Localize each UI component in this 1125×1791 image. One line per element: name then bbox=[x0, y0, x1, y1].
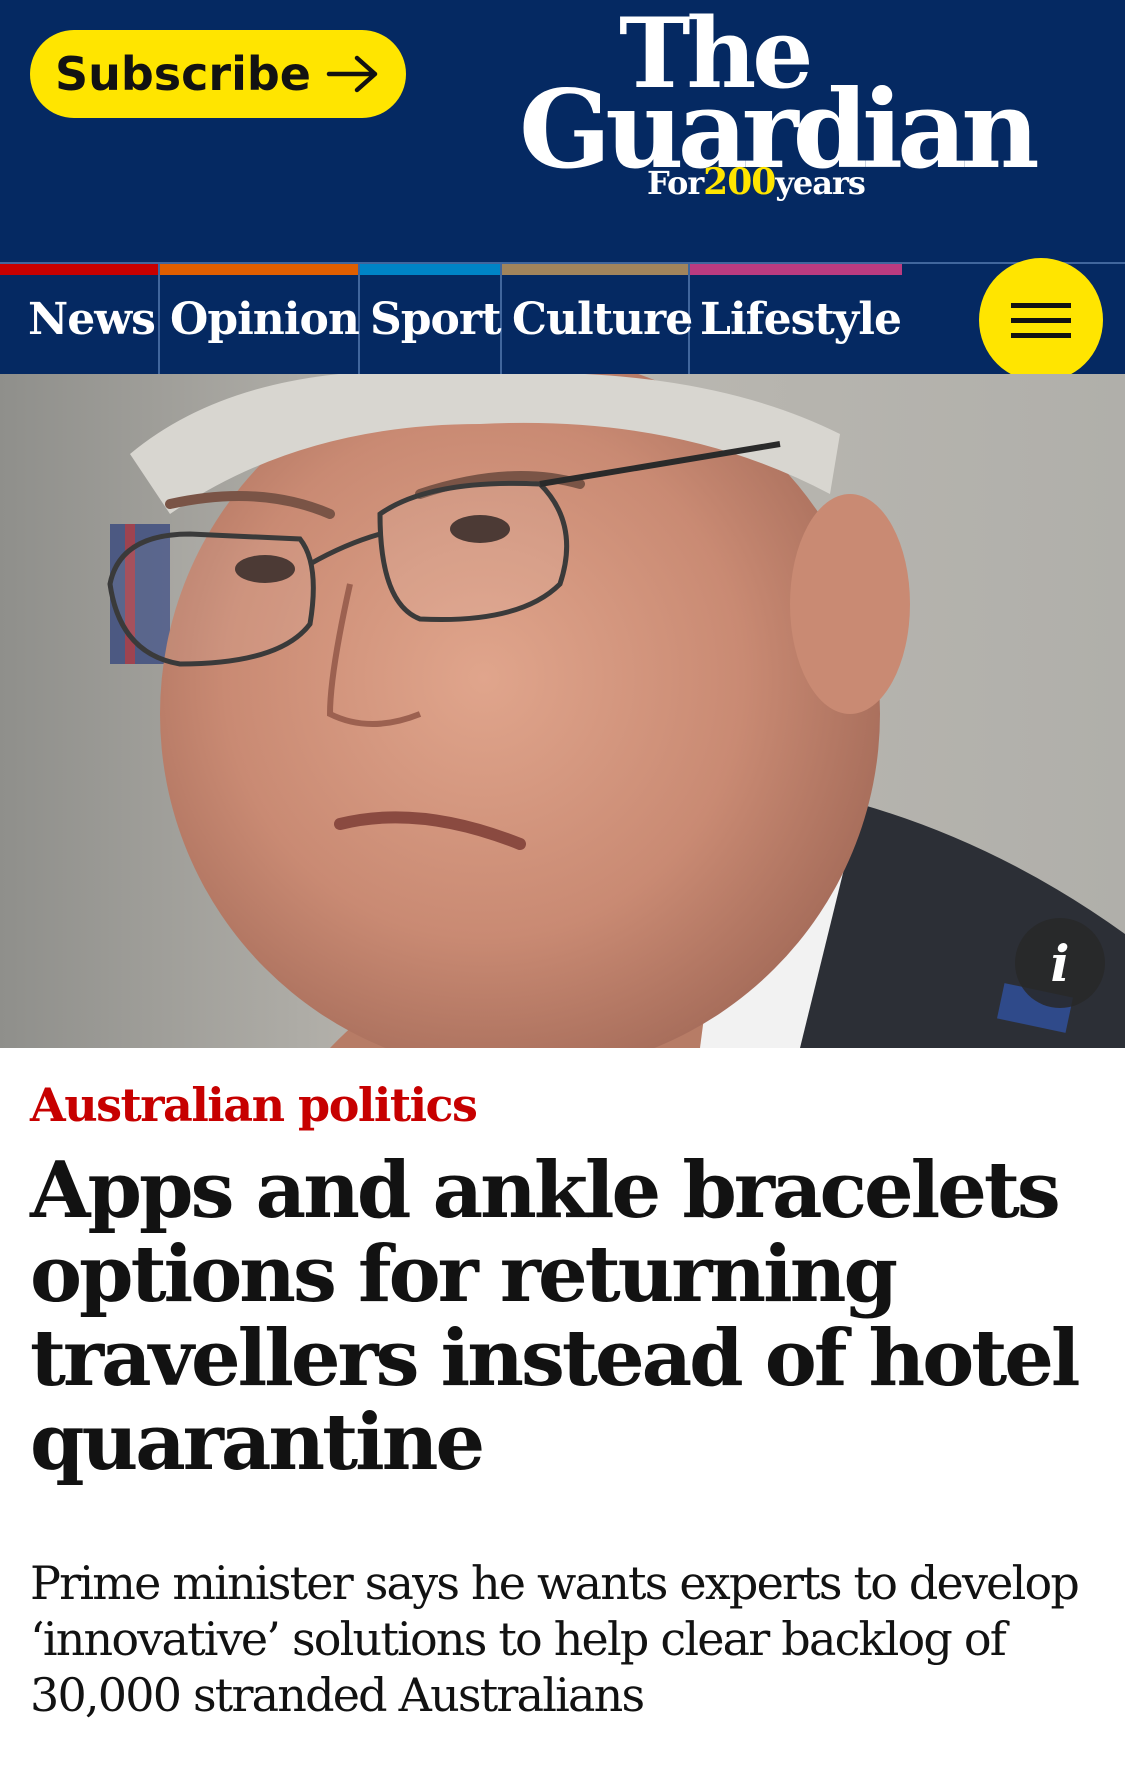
info-icon: i bbox=[1050, 933, 1070, 993]
arrow-right-icon bbox=[326, 55, 378, 93]
hamburger-icon-line bbox=[1011, 332, 1071, 338]
article-header: Australian politics Apps and ankle brace… bbox=[0, 1078, 1125, 1723]
nav-label-sport: Sport bbox=[370, 293, 501, 345]
menu-button[interactable] bbox=[979, 258, 1103, 382]
tagline-number: 200 bbox=[703, 161, 776, 203]
nav-item-culture[interactable]: Culture bbox=[502, 264, 693, 374]
logo-tagline: For200years bbox=[647, 161, 866, 203]
nav-item-lifestyle[interactable]: Lifestyle bbox=[690, 264, 902, 374]
nav-item-opinion[interactable]: Opinion bbox=[160, 264, 360, 374]
nav-label-opinion: Opinion bbox=[170, 293, 360, 345]
hamburger-icon-line bbox=[1011, 302, 1071, 308]
masthead: Subscribe The Guardian For200years bbox=[0, 0, 1125, 264]
portrait-illustration bbox=[0, 374, 1125, 1048]
nav-items: News Opinion Sport Culture Lifestyle bbox=[0, 264, 902, 374]
article-headline: Apps and ankle bracelets options for ret… bbox=[30, 1145, 1081, 1489]
article-standfirst: Prime minister says he wants experts to … bbox=[30, 1556, 1080, 1723]
image-info-button[interactable]: i bbox=[1015, 918, 1105, 1008]
guardian-logo[interactable]: The Guardian For200years bbox=[519, 6, 1059, 206]
nav-item-news[interactable]: News bbox=[0, 264, 160, 374]
nav-label-news: News bbox=[28, 293, 156, 345]
hero-image[interactable]: i bbox=[0, 374, 1125, 1048]
section-kicker[interactable]: Australian politics bbox=[30, 1078, 1095, 1133]
pillar-nav: News Opinion Sport Culture Lifestyle bbox=[0, 258, 1125, 382]
tagline-prefix: For bbox=[647, 164, 704, 202]
subscribe-button[interactable]: Subscribe bbox=[30, 30, 406, 118]
nav-bar-opinion bbox=[160, 264, 358, 275]
nav-bar-news bbox=[0, 264, 158, 275]
nav-item-sport[interactable]: Sport bbox=[360, 264, 502, 374]
nav-bar-lifestyle bbox=[690, 264, 902, 275]
tagline-suffix: years bbox=[775, 164, 866, 202]
subscribe-label: Subscribe bbox=[54, 47, 312, 101]
nav-label-lifestyle: Lifestyle bbox=[700, 293, 902, 345]
nav-bar-culture bbox=[502, 264, 688, 275]
nav-bar-sport bbox=[360, 264, 500, 275]
hamburger-icon-line bbox=[1011, 317, 1071, 323]
nav-label-culture: Culture bbox=[512, 293, 693, 345]
